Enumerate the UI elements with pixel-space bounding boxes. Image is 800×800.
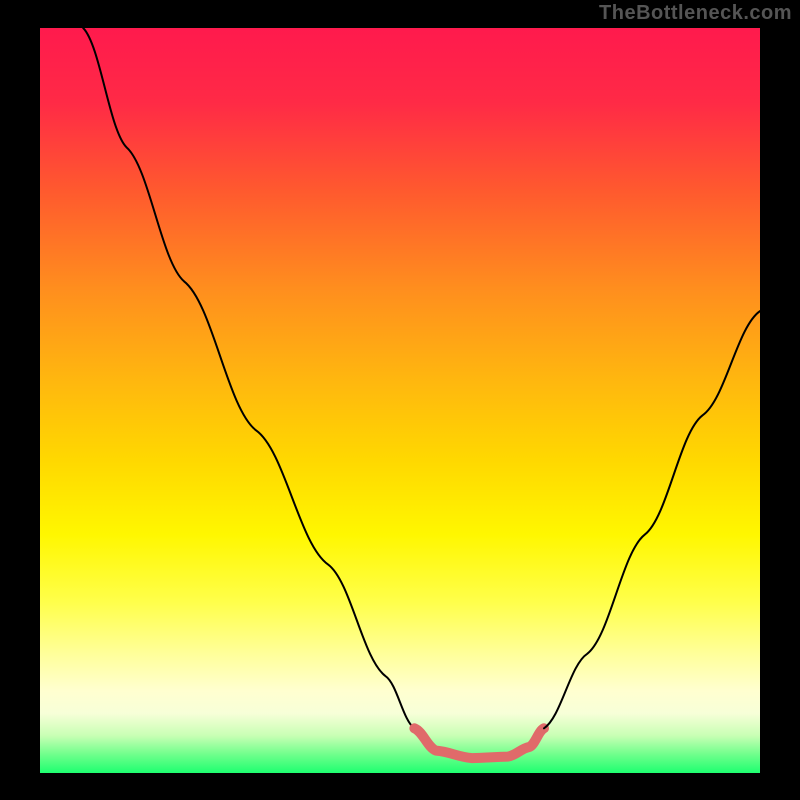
chart-frame: TheBottleneck.com	[0, 0, 800, 800]
series-right-ascent	[544, 311, 760, 728]
series-left-descent	[83, 28, 414, 728]
curve-svg	[40, 28, 760, 773]
watermark-label: TheBottleneck.com	[599, 2, 792, 25]
plot-area	[40, 28, 760, 773]
series-trough-highlight	[414, 728, 544, 758]
